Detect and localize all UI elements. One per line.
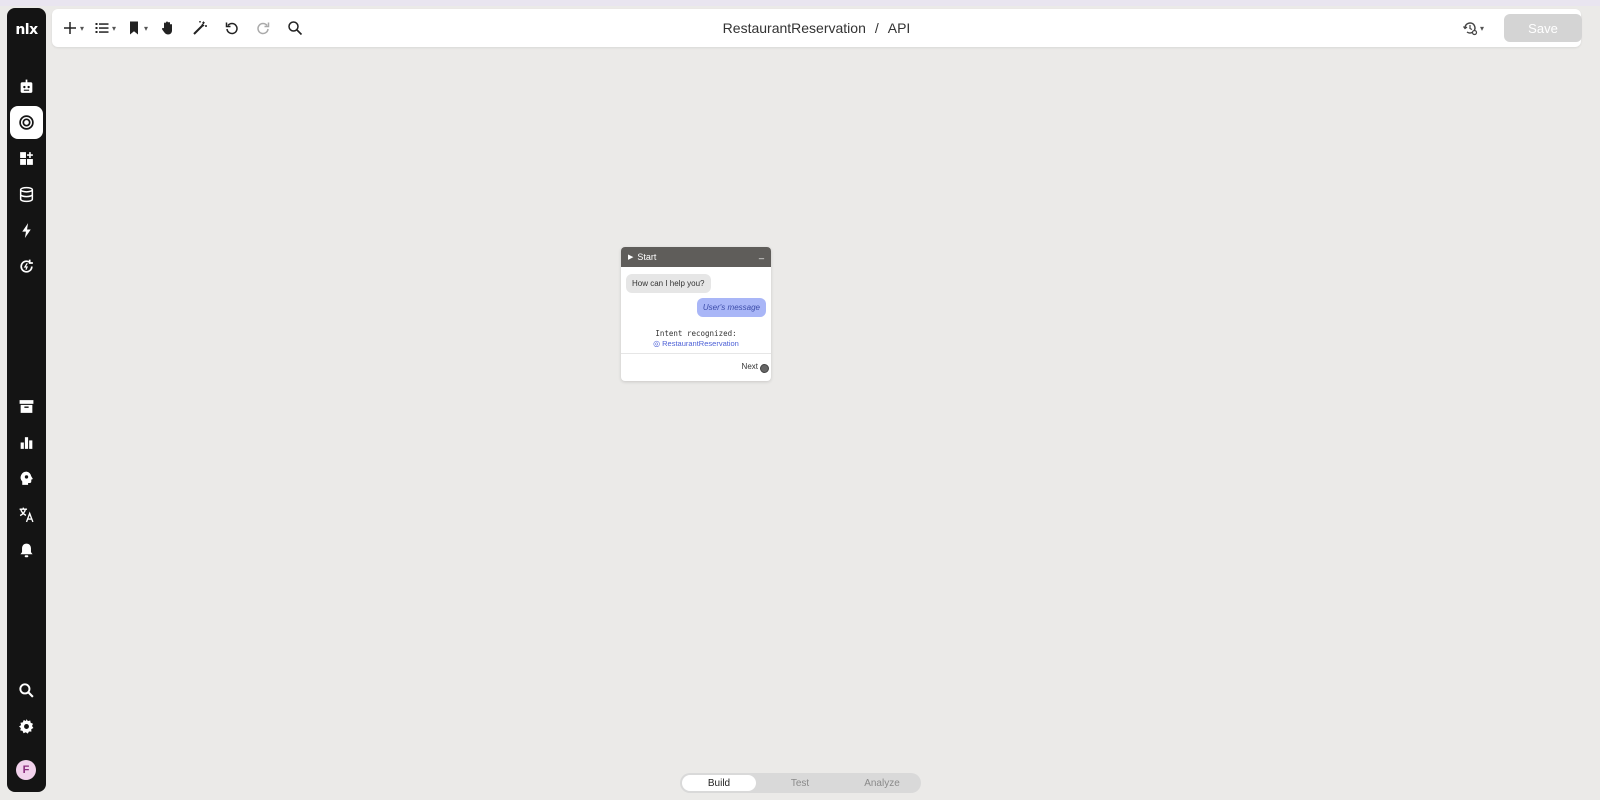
bookmark-menu-button[interactable]: ▾ [126,9,148,47]
sidebar-item-integrations[interactable] [10,250,43,283]
history-settings-icon [1463,22,1478,36]
search-icon [288,21,303,36]
mode-switch: Build Test Analyze [680,773,921,793]
sidebar-item-archive[interactable] [10,390,43,423]
node-header[interactable]: ▶ Start _ [621,247,771,267]
gear-icon [19,719,34,734]
mode-build[interactable]: Build [682,775,756,791]
bell-icon [20,543,33,558]
target-icon [19,115,34,130]
sidebar-item-analytics[interactable] [10,426,43,459]
breadcrumb-page: API [887,20,911,36]
minimize-button[interactable]: _ [759,249,764,259]
database-icon [19,186,34,203]
redo-icon [257,22,270,35]
magic-wand-icon [193,21,207,35]
chevron-down-icon: ▾ [112,23,117,33]
sidebar-item-ai[interactable] [10,462,43,495]
list-icon [95,23,109,33]
dashboard-add-icon [20,152,33,165]
start-node[interactable]: ▶ Start _ How can I help you? User's mes… [621,247,771,381]
canvas-search-button[interactable] [287,9,303,47]
list-menu-button[interactable]: ▾ [94,9,116,47]
translate-icon [19,507,34,523]
chevron-down-icon: ▾ [144,23,149,33]
top-toolbar: ▾ ▾ ▾ RestaurantReservation / API ▾ Save [52,9,1582,47]
sidebar-item-intents[interactable] [10,106,43,139]
sidebar: nlx F [7,8,46,792]
brain-head-icon [20,471,33,485]
mode-analyze[interactable]: Analyze [845,775,919,791]
breadcrumb-separator: / [874,20,879,36]
robot-icon [20,79,33,93]
mode-test[interactable]: Test [763,775,837,791]
user-message-bubble: User's message [696,298,766,317]
bookmark-icon [130,21,138,35]
undo-icon [225,22,238,35]
node-footer: Next [621,353,771,381]
refresh-power-icon [20,259,33,273]
add-icon [64,22,76,34]
bot-message-bubble: How can I help you? [626,274,711,293]
sidebar-item-widgets[interactable] [10,142,43,175]
save-button[interactable]: Save [1504,14,1582,42]
breadcrumb-project[interactable]: RestaurantReservation [723,20,866,36]
version-history-button[interactable]: ▾ [1462,9,1484,47]
add-node-button[interactable]: ▾ [62,9,84,47]
breadcrumb: RestaurantReservation / API [52,9,1581,47]
next-label: Next [741,362,758,371]
lightning-icon [22,223,31,238]
sidebar-item-applications[interactable] [10,70,43,103]
pan-tool-button[interactable] [160,9,176,47]
target-icon: ◎ [653,339,661,348]
redo-button[interactable] [255,9,271,47]
node-title: Start [637,252,657,262]
chevron-down-icon: ▾ [1480,23,1485,33]
magic-wand-button[interactable] [192,9,208,47]
sidebar-item-notifications[interactable] [10,534,43,567]
window-top-stripe [0,0,1600,6]
undo-button[interactable] [224,9,240,47]
bar-chart-icon [20,437,33,449]
sidebar-item-settings[interactable] [10,710,43,743]
search-icon [19,683,34,698]
intent-link[interactable]: ◎ RestaurantReservation [621,339,771,348]
sidebar-item-actions[interactable] [10,214,43,247]
sidebar-item-data[interactable] [10,178,43,211]
archive-icon [19,400,34,413]
intent-value[interactable]: RestaurantReservation [662,339,739,348]
next-connector-handle[interactable] [760,364,769,373]
intent-recognized-label: Intent recognized: [655,329,737,338]
play-icon: ▶ [628,254,634,261]
sidebar-item-search[interactable] [10,674,43,707]
sidebar-item-translations[interactable] [10,498,43,531]
avatar[interactable]: F [16,760,36,780]
app-logo[interactable]: nlx [7,22,46,38]
hand-icon [162,21,172,35]
chevron-down-icon: ▾ [80,23,85,33]
